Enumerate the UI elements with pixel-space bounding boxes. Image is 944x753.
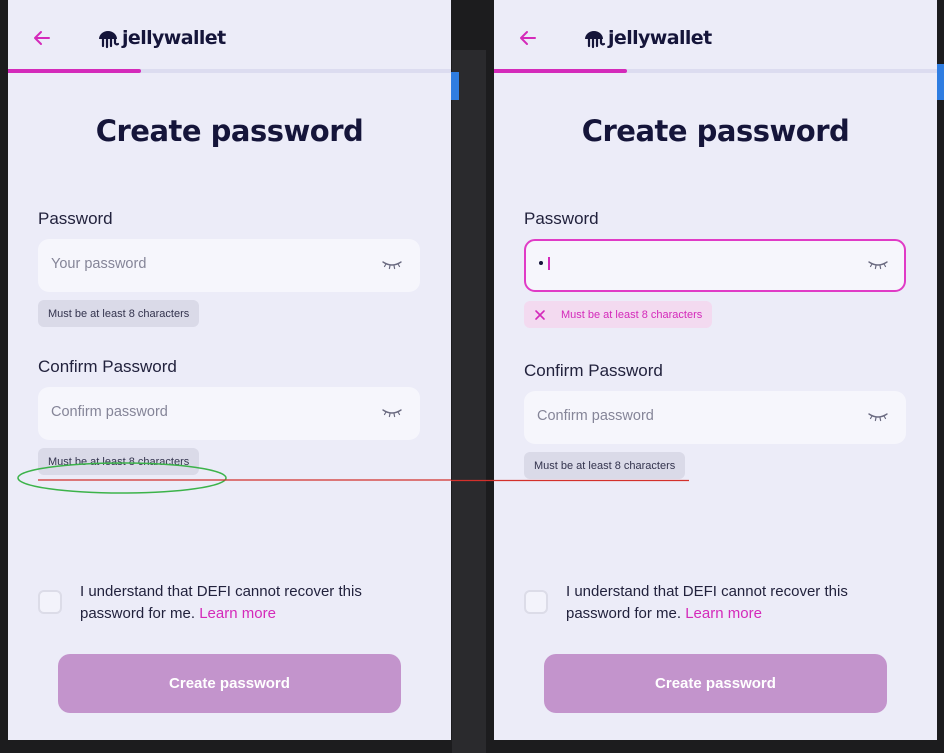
confirm-password-hint-text: Must be at least 8 characters (48, 455, 190, 468)
eye-closed-icon[interactable] (868, 411, 888, 423)
create-password-screen-after: jellywallet Create password Password Mus… (494, 0, 937, 740)
learn-more-link[interactable]: Learn more (199, 605, 276, 622)
confirm-password-label: Confirm Password (38, 357, 177, 376)
password-placeholder: Your password (51, 256, 147, 272)
eye-closed-icon[interactable] (382, 259, 402, 271)
create-password-screen-before: jellywallet Create password Password You… (8, 0, 451, 740)
background-window-strip (452, 50, 486, 753)
confirm-password-label: Confirm Password (524, 361, 663, 380)
password-input[interactable]: Your password (38, 239, 420, 292)
jellywallet-logo: jellywallet (96, 24, 226, 52)
progress-fill (494, 69, 627, 73)
confirm-password-placeholder: Confirm password (537, 408, 654, 424)
terms-checkbox[interactable] (38, 590, 62, 614)
password-value (537, 255, 550, 271)
password-hint: Must be at least 8 characters (38, 300, 200, 327)
jellyfish-logo-icon (99, 31, 120, 49)
eye-closed-icon[interactable] (868, 259, 888, 271)
confirm-password-hint: Must be at least 8 characters (38, 448, 200, 475)
progress-track (8, 69, 451, 73)
page-title: Create password (95, 114, 364, 148)
password-error-text: Must be at least 8 characters (561, 308, 703, 321)
create-password-button[interactable]: Create password (58, 654, 401, 713)
password-error-hint: Must be at least 8 characters (524, 301, 713, 328)
text-caret (548, 256, 550, 270)
terms-text: I understand that DEFI cannot recover th… (80, 581, 430, 625)
background-window-blue-edge (451, 72, 459, 100)
arrow-left-icon[interactable] (516, 26, 540, 50)
page-title: Create password (581, 114, 850, 148)
progress-fill (8, 69, 141, 73)
confirm-password-input[interactable]: Confirm password (38, 387, 420, 440)
terms-text: I understand that DEFI cannot recover th… (566, 581, 916, 625)
jellyfish-logo-icon (585, 31, 606, 49)
create-password-button[interactable]: Create password (544, 654, 887, 713)
confirm-password-placeholder: Confirm password (51, 404, 168, 420)
password-input[interactable] (524, 239, 906, 292)
logo-wordmark: jellywallet (122, 27, 226, 49)
password-label: Password (524, 209, 599, 228)
header: jellywallet (8, 0, 451, 73)
confirm-password-hint: Must be at least 8 characters (524, 452, 686, 479)
arrow-left-icon[interactable] (30, 26, 54, 50)
header: jellywallet (494, 0, 937, 73)
password-mask-dot (539, 261, 543, 266)
logo-wordmark: jellywallet (608, 27, 712, 49)
password-hint-text: Must be at least 8 characters (48, 307, 190, 320)
jellywallet-logo: jellywallet (582, 24, 712, 52)
confirm-password-hint-text: Must be at least 8 characters (534, 459, 676, 472)
progress-track (494, 69, 937, 73)
password-label: Password (38, 209, 113, 228)
learn-more-link[interactable]: Learn more (685, 605, 762, 622)
x-icon (535, 309, 545, 320)
confirm-password-input[interactable]: Confirm password (524, 391, 906, 444)
eye-closed-icon[interactable] (382, 407, 402, 419)
background-window-blue-edge-right (937, 64, 944, 100)
terms-checkbox[interactable] (524, 590, 548, 614)
